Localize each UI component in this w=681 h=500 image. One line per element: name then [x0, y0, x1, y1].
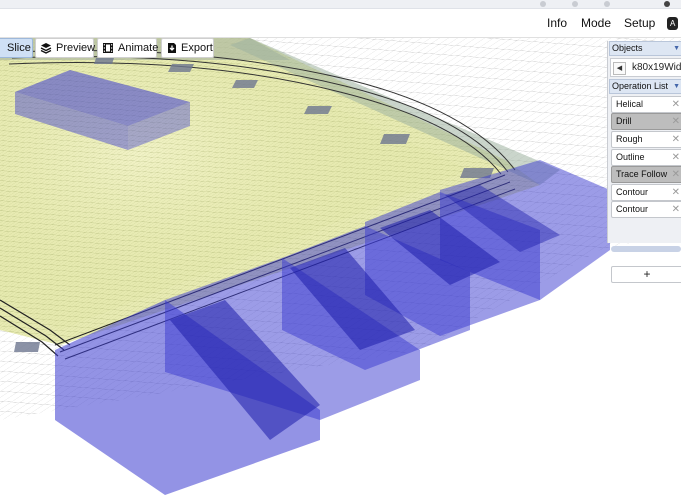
chevron-down-icon: ▼	[673, 83, 680, 90]
tab-marker	[304, 106, 332, 114]
operation-label: Outline	[616, 152, 645, 162]
slice-label: Slice	[7, 42, 31, 54]
object-row[interactable]: ◀ k80x19Wide	[610, 58, 681, 77]
operation-label: Contour	[616, 187, 649, 197]
tab-marker	[168, 64, 194, 72]
tab-marker	[14, 342, 40, 352]
preview-button[interactable]: Preview	[35, 38, 96, 58]
operation-list-header[interactable]: Operation List ▼	[609, 79, 681, 94]
preview-label: Preview	[56, 42, 96, 54]
slice-button[interactable]: Slice	[0, 38, 33, 58]
film-icon	[103, 43, 113, 53]
add-operation-button[interactable]: +	[611, 266, 681, 283]
operation-item[interactable]: Outline ✕	[611, 149, 681, 166]
close-icon[interactable]: ✕	[672, 202, 680, 217]
menu-mode[interactable]: Mode	[581, 9, 611, 37]
operation-label: Drill	[616, 116, 632, 126]
export-label: Export	[181, 42, 213, 54]
tab-marker	[94, 58, 114, 64]
close-icon[interactable]: ✕	[672, 114, 680, 129]
tab-marker	[232, 80, 258, 88]
chevron-down-icon: ▼	[673, 45, 680, 52]
right-panel: Objects ▼ ◀ k80x19Wide Operation List ▼ …	[607, 41, 681, 283]
browser-status-icon	[572, 1, 578, 7]
close-icon[interactable]: ✕	[672, 150, 680, 165]
objects-title: Objects	[612, 43, 643, 53]
animate-label: Animate	[118, 42, 159, 54]
badge-icon[interactable]: A	[667, 17, 679, 30]
operation-label: Trace Follow	[616, 169, 668, 179]
operation-list-title: Operation List	[612, 81, 669, 91]
object-name: k80x19Wide	[632, 62, 681, 73]
tab-marker	[380, 134, 410, 144]
panel-scrollbar[interactable]	[611, 246, 681, 252]
operation-label: Contour	[616, 204, 649, 214]
browser-chrome-strip	[0, 0, 681, 9]
export-button[interactable]: Export	[161, 38, 214, 58]
objects-header[interactable]: Objects ▼	[609, 41, 681, 56]
browser-profile-icon	[664, 1, 670, 7]
menu-setup[interactable]: Setup	[624, 9, 655, 37]
browser-status-icon	[604, 1, 610, 7]
top-menu-bar: Info Mode Setup A	[0, 9, 681, 38]
operation-item[interactable]: Contour ✕	[611, 201, 681, 218]
operation-label: Rough	[616, 134, 643, 144]
operation-item[interactable]: Rough ✕	[611, 131, 681, 148]
download-file-icon	[168, 43, 176, 53]
operation-item[interactable]: Helical ✕	[611, 96, 681, 113]
caret-left-icon[interactable]: ◀	[613, 62, 626, 75]
operation-item[interactable]: Trace Follow ✕	[611, 166, 681, 183]
3d-viewport[interactable]	[0, 38, 681, 500]
close-icon[interactable]: ✕	[672, 185, 680, 200]
operation-item[interactable]: Drill ✕	[611, 113, 681, 130]
layers-icon	[40, 43, 52, 54]
menu-info[interactable]: Info	[547, 9, 567, 37]
operation-label: Helical	[616, 99, 644, 109]
close-icon[interactable]: ✕	[672, 97, 680, 112]
scene-canvas	[0, 38, 681, 495]
close-icon[interactable]: ✕	[672, 132, 680, 147]
operation-item[interactable]: Contour ✕	[611, 184, 681, 201]
animate-button[interactable]: Animate	[97, 38, 159, 58]
browser-status-icon	[540, 1, 546, 7]
close-icon[interactable]: ✕	[672, 167, 680, 182]
